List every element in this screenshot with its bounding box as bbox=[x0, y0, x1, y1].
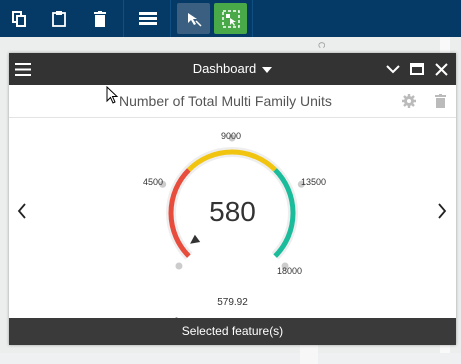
widget-header: Number of Total Multi Family Units bbox=[9, 85, 456, 118]
gauge-value: 580 bbox=[209, 196, 256, 227]
chevron-down-icon bbox=[262, 66, 273, 73]
widget-title: Number of Total Multi Family Units bbox=[119, 93, 332, 109]
chevron-down-icon bbox=[386, 64, 400, 73]
toolbar bbox=[0, 0, 461, 37]
attribute-table-button[interactable] bbox=[129, 0, 166, 37]
clear-selection-icon bbox=[221, 9, 240, 28]
paste-button[interactable] bbox=[40, 0, 77, 37]
clear-selection-button[interactable] bbox=[214, 3, 247, 34]
toolbar-divider bbox=[170, 0, 171, 37]
toolbar-divider bbox=[252, 0, 253, 37]
gauge-tick-dot bbox=[175, 262, 183, 270]
panel-titlebar: Dashboard bbox=[9, 53, 456, 85]
dashboard-panel: Dashboard Number of Total Multi Family U… bbox=[9, 53, 456, 345]
mouse-pointer-icon bbox=[106, 86, 119, 104]
gauge-tick-label: 4500 bbox=[143, 177, 164, 187]
map-street-label: C bbox=[316, 41, 327, 49]
toolbar-divider bbox=[123, 0, 124, 37]
list-icon bbox=[138, 11, 157, 25]
maximize-button[interactable] bbox=[407, 59, 427, 79]
select-cursor-icon bbox=[187, 12, 202, 27]
settings-button[interactable] bbox=[401, 93, 417, 109]
trash-icon bbox=[93, 10, 106, 27]
delete-button[interactable] bbox=[81, 0, 118, 37]
maximize-icon bbox=[410, 63, 424, 75]
panel-title-label: Dashboard bbox=[192, 61, 257, 76]
close-button[interactable] bbox=[431, 59, 451, 79]
copy-button[interactable] bbox=[0, 0, 37, 37]
gauge-precise-value: 579.92 bbox=[217, 297, 248, 308]
gauge-tick-label: 9000 bbox=[221, 131, 242, 141]
gauge-tick-label: 13500 bbox=[301, 177, 327, 187]
close-icon bbox=[434, 62, 448, 76]
gauge-value-pointer bbox=[190, 234, 201, 244]
delete-widget-button[interactable] bbox=[432, 93, 448, 109]
gauge-tick-label: 18000 bbox=[277, 266, 303, 276]
clipboard-icon bbox=[51, 10, 66, 27]
select-tool-button[interactable] bbox=[177, 3, 210, 34]
trash-icon bbox=[434, 94, 446, 108]
selected-features-footer: Selected feature(s) bbox=[9, 318, 456, 345]
collapse-button[interactable] bbox=[383, 59, 403, 79]
gear-icon bbox=[402, 94, 416, 108]
copy-icon bbox=[11, 10, 26, 27]
